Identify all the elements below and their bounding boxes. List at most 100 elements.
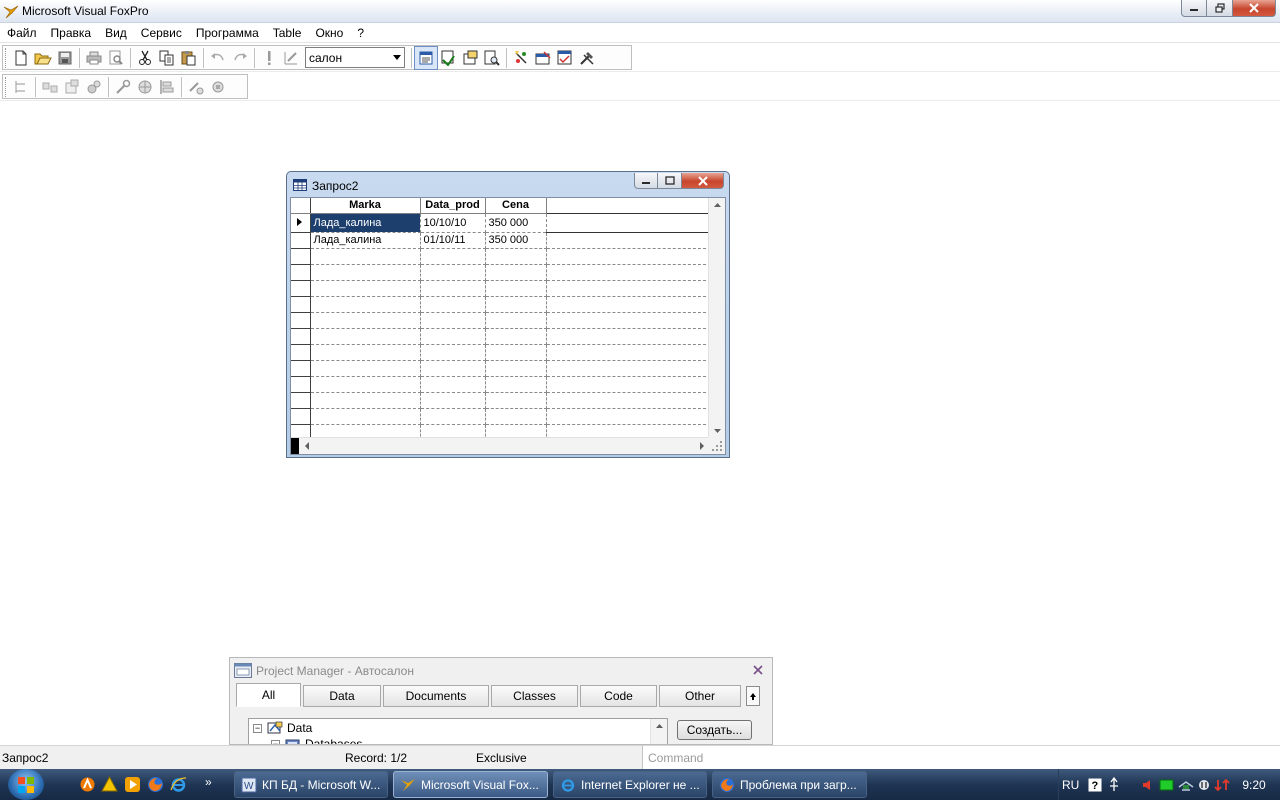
empty-cell[interactable] (310, 248, 421, 265)
cut-button[interactable] (134, 47, 156, 69)
empty-cell[interactable] (310, 408, 421, 425)
menu-program[interactable]: Программа (189, 23, 266, 43)
save-button[interactable] (54, 47, 76, 69)
tab-documents[interactable]: Documents (383, 685, 489, 707)
modify-button[interactable] (280, 47, 302, 69)
menu-window[interactable]: Окно (308, 23, 350, 43)
align-button[interactable] (10, 76, 32, 98)
project-tree[interactable]: − Data − Databases (248, 718, 668, 744)
task-foxpro[interactable]: Microsoft Visual Fox... (393, 771, 548, 798)
cell-cena[interactable]: 350 000 (485, 232, 547, 249)
new-button[interactable] (10, 47, 32, 69)
tab-other[interactable]: Other (659, 685, 741, 707)
tab-all[interactable]: All (236, 683, 301, 707)
empty-cell[interactable] (485, 328, 547, 345)
column-header-data-prod[interactable]: Data_prod (420, 198, 486, 214)
browse-minimize-button[interactable] (634, 173, 658, 189)
scroll-left-icon[interactable] (300, 438, 314, 454)
project-button[interactable] (510, 47, 532, 69)
browse-maximize-button[interactable] (658, 173, 682, 189)
command-window-button[interactable] (414, 45, 438, 70)
toolbox-button[interactable] (576, 47, 598, 69)
cell-marka[interactable]: Лада_калина (310, 232, 421, 249)
code-references-button[interactable] (481, 47, 503, 69)
transfer-arrows-icon[interactable] (1214, 778, 1230, 792)
layout-button[interactable] (156, 76, 178, 98)
debugger-button[interactable] (185, 76, 207, 98)
empty-table-row[interactable] (291, 296, 711, 313)
partition-splitter[interactable] (291, 438, 299, 454)
current-row-indicator[interactable] (291, 213, 311, 233)
redo-button[interactable] (229, 47, 251, 69)
empty-table-row[interactable] (291, 280, 711, 297)
empty-cell[interactable] (485, 312, 547, 329)
empty-table-row[interactable] (291, 360, 711, 377)
undo-button[interactable] (207, 47, 229, 69)
empty-cell[interactable] (310, 312, 421, 329)
cell-data-prod[interactable]: 10/10/10 (420, 213, 486, 233)
firefox-icon[interactable] (147, 776, 164, 793)
empty-table-row[interactable] (291, 248, 711, 265)
empty-cell[interactable] (310, 280, 421, 297)
chevron-down-icon[interactable] (390, 55, 404, 60)
row-header[interactable] (291, 296, 311, 313)
empty-table-row[interactable] (291, 328, 711, 345)
empty-cell[interactable] (420, 328, 486, 345)
print-preview-button[interactable] (105, 47, 127, 69)
row-header[interactable] (291, 344, 311, 361)
command-input[interactable]: Command (642, 746, 1280, 770)
quick-launch-expand-icon[interactable]: » (205, 775, 212, 789)
query-browse-window[interactable]: Запрос2 Marka Data_prod Cena Лада_калина… (286, 171, 730, 458)
project-manager-window[interactable]: Project Manager - Автосалон All Data Doc… (229, 657, 773, 745)
scroll-up-icon[interactable] (709, 198, 726, 212)
copy-button[interactable] (156, 47, 178, 69)
empty-cell[interactable] (310, 376, 421, 393)
task-firefox[interactable]: Проблема при загр... (712, 771, 867, 798)
network-icon[interactable] (1178, 778, 1194, 792)
menu-table[interactable]: Table (266, 23, 309, 43)
empty-cell[interactable] (485, 344, 547, 361)
empty-table-row[interactable] (291, 312, 711, 329)
empty-cell[interactable] (420, 248, 486, 265)
run-button[interactable] (258, 47, 280, 69)
empty-cell[interactable] (420, 392, 486, 409)
browse-horizontal-scrollbar[interactable] (291, 437, 709, 454)
menu-edit[interactable]: Правка (44, 23, 99, 43)
minimize-button[interactable] (1181, 0, 1207, 17)
row-header[interactable] (291, 264, 311, 281)
scroll-down-icon[interactable] (709, 424, 726, 438)
empty-cell[interactable] (420, 344, 486, 361)
usb-icon[interactable] (1108, 776, 1120, 793)
empty-cell[interactable] (485, 392, 547, 409)
empty-cell[interactable] (420, 376, 486, 393)
create-button[interactable]: Создать... (677, 720, 752, 740)
cell-cena[interactable]: 350 000 (485, 213, 547, 233)
browse-vertical-scrollbar[interactable] (708, 198, 725, 438)
empty-cell[interactable] (420, 360, 486, 377)
empty-cell[interactable] (485, 360, 547, 377)
internet-explorer-icon[interactable] (170, 776, 187, 793)
empty-cell[interactable] (485, 408, 547, 425)
tree-scrollbar[interactable] (650, 719, 667, 744)
scroll-right-icon[interactable] (695, 438, 709, 454)
menu-help[interactable]: ? (350, 23, 371, 43)
object-browser-button[interactable] (61, 76, 83, 98)
cell-data-prod[interactable]: 01/10/11 (420, 232, 486, 249)
empty-cell[interactable] (310, 264, 421, 281)
empty-cell[interactable] (485, 376, 547, 393)
empty-cell[interactable] (485, 248, 547, 265)
empty-cell[interactable] (420, 312, 486, 329)
empty-cell[interactable] (485, 264, 547, 281)
collapse-tabs-button[interactable] (746, 686, 760, 706)
row-header[interactable] (291, 328, 311, 345)
empty-cell[interactable] (310, 360, 421, 377)
media-player-icon[interactable] (124, 776, 141, 793)
toolbar-grip[interactable] (5, 76, 8, 97)
empty-cell[interactable] (310, 392, 421, 409)
empty-cell[interactable] (310, 296, 421, 313)
task-word[interactable]: W КП БД - Microsoft W... (234, 771, 388, 798)
aimp-icon[interactable] (101, 776, 118, 793)
properties-button[interactable] (459, 47, 481, 69)
collapse-node-icon[interactable]: − (253, 723, 262, 733)
row-header[interactable] (291, 280, 311, 297)
